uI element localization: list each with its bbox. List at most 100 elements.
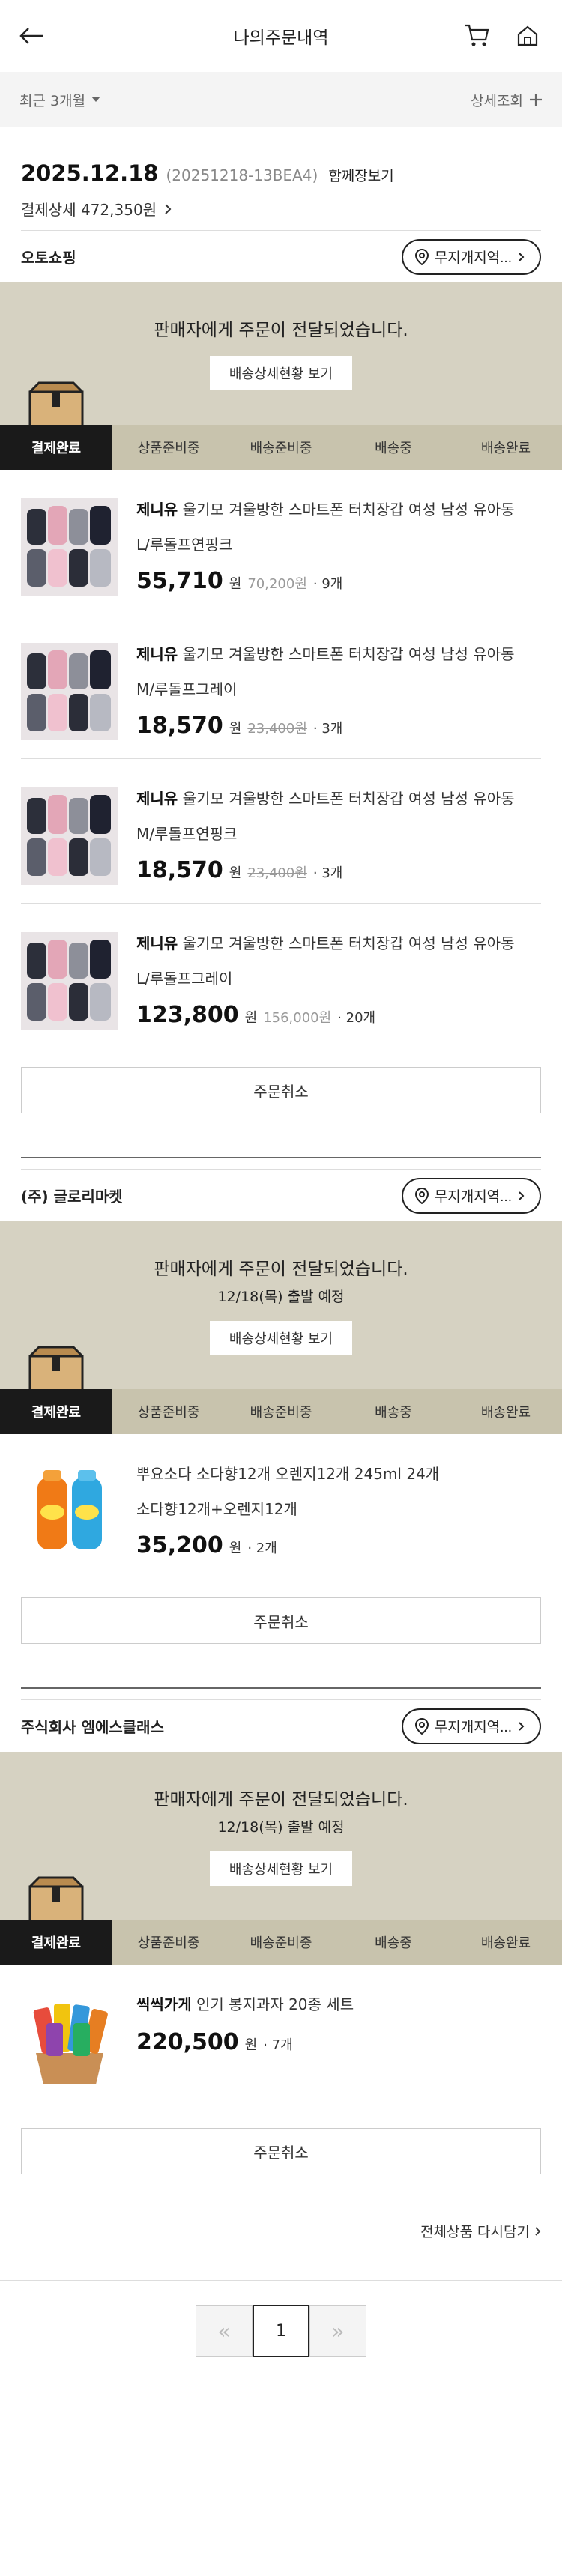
next-page-button[interactable]: »	[309, 2305, 366, 2357]
product-price: 18,570	[136, 857, 223, 883]
order-progress-steps: 결제완료 상품준비중 배송준비중 배송중 배송완료	[0, 1920, 562, 1965]
product-brand: 씩씩가게	[136, 1995, 192, 2013]
seller-divider	[21, 1687, 541, 1689]
seller-name[interactable]: 주식회사 엠에스클래스	[21, 1715, 164, 1737]
chevron-right-icon	[165, 203, 172, 214]
progress-step: 결제완료	[0, 425, 112, 470]
progress-step: 배송중	[337, 1389, 450, 1434]
location-pin-icon	[414, 1187, 429, 1204]
seller-row: 주식회사 엠에스클래스 무지개지역...	[21, 1699, 541, 1752]
store-location-button[interactable]: 무지개지역...	[401, 1177, 541, 1214]
product-title[interactable]: 씩씩가게 인기 봉지과자 20종 세트	[136, 1993, 541, 2016]
product-title[interactable]: 제니유 울기모 겨울방한 스마트폰 터치장갑 여성 남성 유아동	[136, 932, 541, 955]
tracking-detail-button[interactable]: 배송상세현황 보기	[210, 1851, 352, 1886]
detail-search-label: 상세조회	[471, 92, 523, 109]
detail-search-button[interactable]: 상세조회	[471, 90, 543, 110]
product-price: 18,570	[136, 713, 223, 739]
chevron-right-icon	[519, 252, 525, 261]
location-pin-icon	[414, 1717, 429, 1735]
product-title[interactable]: 제니유 울기모 겨울방한 스마트폰 터치장갑 여성 남성 유아동	[136, 498, 541, 521]
original-price: 70,200원	[247, 576, 307, 592]
order-item[interactable]: 제니유 울기모 겨울방한 스마트폰 터치장갑 여성 남성 유아동 L/루돌프그레이…	[21, 904, 541, 1047]
payment-detail-link[interactable]: 결제상세 472,350원	[21, 198, 541, 220]
order-item[interactable]: 제니유 울기모 겨울방한 스마트폰 터치장갑 여성 남성 유아동 M/루돌프그레이…	[21, 614, 541, 759]
product-brand: 제니유	[136, 934, 178, 952]
home-icon[interactable]	[513, 21, 543, 51]
page-number-current[interactable]: 1	[253, 2305, 309, 2357]
cancel-order-button[interactable]: 주문취소	[21, 2128, 541, 2174]
period-label: 최근 3개월	[19, 92, 86, 109]
order-item[interactable]: 씩씩가게 인기 봉지과자 20종 세트 220,500 원 · 7개	[21, 1965, 541, 2108]
chevron-right-icon	[519, 1721, 525, 1731]
order-progress-steps: 결제완료 상품준비중 배송준비중 배송중 배송완료	[0, 425, 562, 470]
tracking-detail-button[interactable]: 배송상세현황 보기	[210, 356, 352, 390]
seller-row: (주) 글로리마켓 무지개지역...	[21, 1169, 541, 1221]
delivery-status-banner: 판매자에게 주문이 전달되었습니다. 12/18(목) 출발 예정 배송상세현황 보…	[0, 1752, 562, 1965]
seller-group: (주) 글로리마켓 무지개지역... 판매자에게 주문이 전달되었습니다. 12/18…	[0, 1169, 562, 1689]
payment-detail-text: 결제상세 472,350원	[21, 201, 157, 219]
progress-step: 배송완료	[450, 1920, 562, 1965]
product-price: 35,200	[136, 1532, 223, 1558]
product-price: 123,800	[136, 1002, 239, 1028]
store-location-button[interactable]: 무지개지역...	[401, 1708, 541, 1744]
product-title[interactable]: 제니유 울기모 겨울방한 스마트폰 터치장갑 여성 남성 유아동	[136, 787, 541, 810]
plus-icon	[530, 94, 542, 106]
product-brand: 제니유	[136, 645, 178, 663]
reorder-all-link[interactable]: 전체상품 다시담기	[0, 2221, 562, 2241]
order-item[interactable]: 뿌요소다 소다향12개 오렌지12개 245ml 24개소다향12개+오렌지12…	[21, 1434, 541, 1578]
product-price: 55,710	[136, 568, 223, 594]
product-thumbnail[interactable]	[21, 1463, 118, 1560]
cancel-order-button[interactable]: 주문취소	[21, 1597, 541, 1644]
product-thumbnail[interactable]	[21, 498, 118, 596]
seller-group: 오토쇼핑 무지개지역... 판매자에게 주문이 전달되었습니다. 배송상세현황 보기결…	[0, 230, 562, 1158]
item-list: 뿌요소다 소다향12개 오렌지12개 245ml 24개소다향12개+오렌지12…	[0, 1434, 562, 1578]
progress-step: 배송중	[337, 1920, 450, 1965]
order-progress-steps: 결제완료 상품준비중 배송준비중 배송중 배송완료	[0, 1389, 562, 1434]
reorder-all-label: 전체상품 다시담기	[420, 2224, 530, 2240]
original-price: 23,400원	[247, 721, 307, 737]
tracking-detail-button[interactable]: 배송상세현황 보기	[210, 1321, 352, 1355]
store-location-label: 무지개지역...	[434, 1189, 512, 1205]
order-item[interactable]: 제니유 울기모 겨울방한 스마트폰 터치장갑 여성 남성 유아동 L/루돌프연핑크…	[21, 470, 541, 614]
order-item[interactable]: 제니유 울기모 겨울방한 스마트폰 터치장갑 여성 남성 유아동 M/루돌프연핑크…	[21, 759, 541, 904]
item-list: 제니유 울기모 겨울방한 스마트폰 터치장갑 여성 남성 유아동 L/루돌프연핑크…	[0, 470, 562, 1047]
progress-step: 상품준비중	[112, 1389, 225, 1434]
period-dropdown[interactable]: 최근 3개월	[19, 90, 101, 110]
seller-groups: 오토쇼핑 무지개지역... 판매자에게 주문이 전달되었습니다. 배송상세현황 보기 결…	[0, 230, 562, 2174]
seller-name[interactable]: (주) 글로리마켓	[21, 1185, 123, 1206]
bottom-divider	[0, 2280, 562, 2281]
product-quantity: · 3개	[312, 721, 343, 737]
seller-row: 오토쇼핑 무지개지역...	[21, 230, 541, 282]
product-thumbnail[interactable]	[21, 643, 118, 740]
cancel-order-button[interactable]: 주문취소	[21, 1067, 541, 1113]
chevron-right-icon	[535, 2227, 541, 2236]
delivery-status-banner: 판매자에게 주문이 전달되었습니다. 12/18(목) 출발 예정 배송상세현황 보…	[0, 1221, 562, 1434]
cart-icon[interactable]	[462, 21, 492, 51]
shop-together-link[interactable]: 함께장보기	[328, 165, 393, 185]
product-title[interactable]: 제니유 울기모 겨울방한 스마트폰 터치장갑 여성 남성 유아동	[136, 643, 541, 665]
product-quantity: · 20개	[337, 1010, 376, 1026]
seller-name[interactable]: 오토쇼핑	[21, 246, 76, 267]
location-pin-icon	[414, 248, 429, 265]
banner-message: 판매자에게 주문이 전달되었습니다.	[154, 321, 408, 340]
box-icon	[27, 1346, 85, 1394]
product-thumbnail[interactable]	[21, 1993, 118, 2090]
product-thumbnail[interactable]	[21, 932, 118, 1030]
back-arrow-icon[interactable]	[19, 19, 52, 52]
delivery-status-banner: 판매자에게 주문이 전달되었습니다. 배송상세현황 보기결제완료 상품준비중 배송준비…	[0, 282, 562, 470]
original-price: 23,400원	[247, 865, 307, 881]
prev-page-button[interactable]: «	[196, 2305, 253, 2357]
product-name: 울기모 겨울방한 스마트폰 터치장갑 여성 남성 유아동	[182, 501, 515, 518]
product-option: 소다향12개+오렌지12개	[136, 1500, 297, 1518]
product-brand: 제니유	[136, 501, 178, 518]
progress-step: 결제완료	[0, 1920, 112, 1965]
store-location-button[interactable]: 무지개지역...	[401, 238, 541, 275]
product-price: 220,500	[136, 2029, 239, 2055]
original-price: 156,000원	[263, 1010, 332, 1026]
order-date: 2025.12.18	[21, 160, 159, 186]
product-title[interactable]: 뿌요소다 소다향12개 오렌지12개 245ml 24개	[136, 1463, 541, 1485]
seller-divider	[21, 1157, 541, 1158]
product-thumbnail[interactable]	[21, 787, 118, 885]
progress-step: 상품준비중	[112, 425, 225, 470]
filter-bar: 최근 3개월 상세조회	[0, 72, 562, 127]
